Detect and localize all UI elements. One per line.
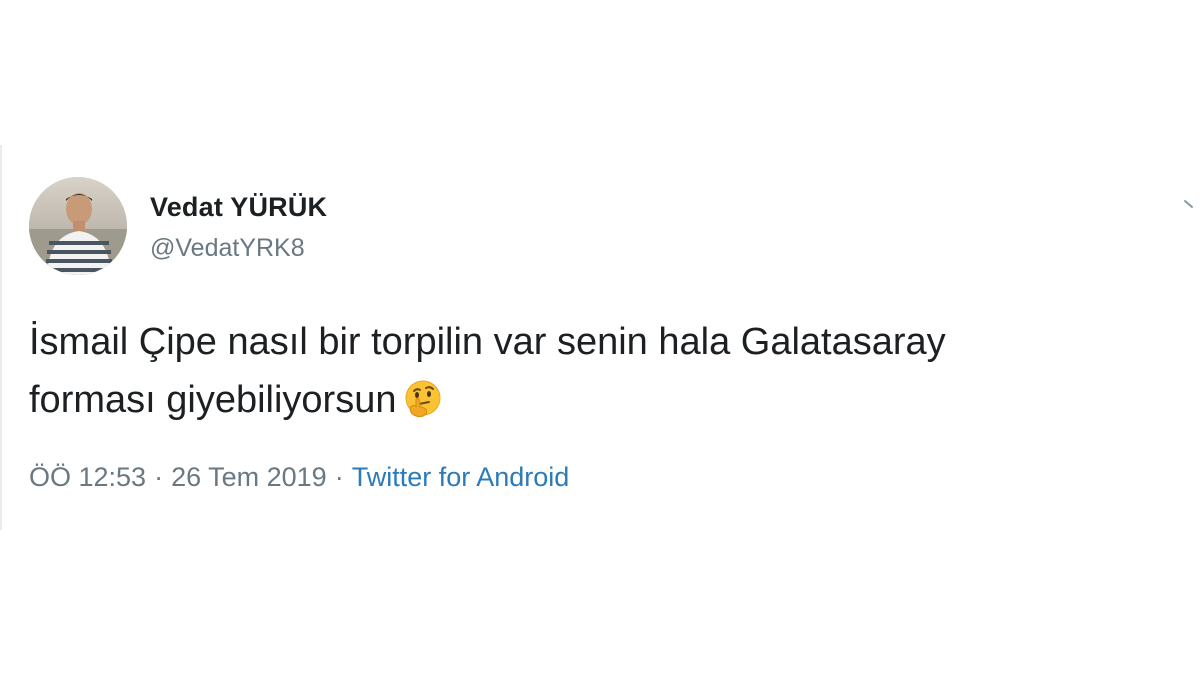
tweet-card[interactable]: Vedat YÜRÜK @VedatYRK8 İsmail Çipe nasıl…	[0, 135, 1200, 530]
tweet-text-line-1: İsmail Çipe nasıl bir torpilin var senin…	[29, 321, 946, 363]
tweet-source-link[interactable]: Twitter for Android	[352, 462, 570, 492]
meta-separator: ·	[334, 462, 344, 492]
avatar[interactable]	[29, 177, 127, 275]
tweet-meta: ÖÖ 12:53 · 26 Tem 2019 · Twitter for Android	[29, 462, 569, 493]
chevron-down-icon[interactable]	[1182, 195, 1200, 213]
thinking-face-icon	[405, 380, 441, 418]
avatar-photo-icon	[29, 177, 127, 275]
page: Vedat YÜRÜK @VedatYRK8 İsmail Çipe nasıl…	[0, 0, 1200, 675]
tweet-time[interactable]: ÖÖ 12:53	[29, 462, 146, 492]
tweet-text-line-2: forması giyebiliyorsun	[29, 379, 397, 421]
user-handle[interactable]: @VedatYRK8	[150, 234, 305, 263]
tweet-text: İsmail Çipe nasıl bir torpilin var senin…	[29, 313, 1169, 429]
display-name[interactable]: Vedat YÜRÜK	[150, 192, 327, 223]
tweet-date[interactable]: 26 Tem 2019	[171, 462, 327, 492]
card-left-border	[0, 145, 2, 530]
meta-separator: ·	[154, 462, 164, 492]
